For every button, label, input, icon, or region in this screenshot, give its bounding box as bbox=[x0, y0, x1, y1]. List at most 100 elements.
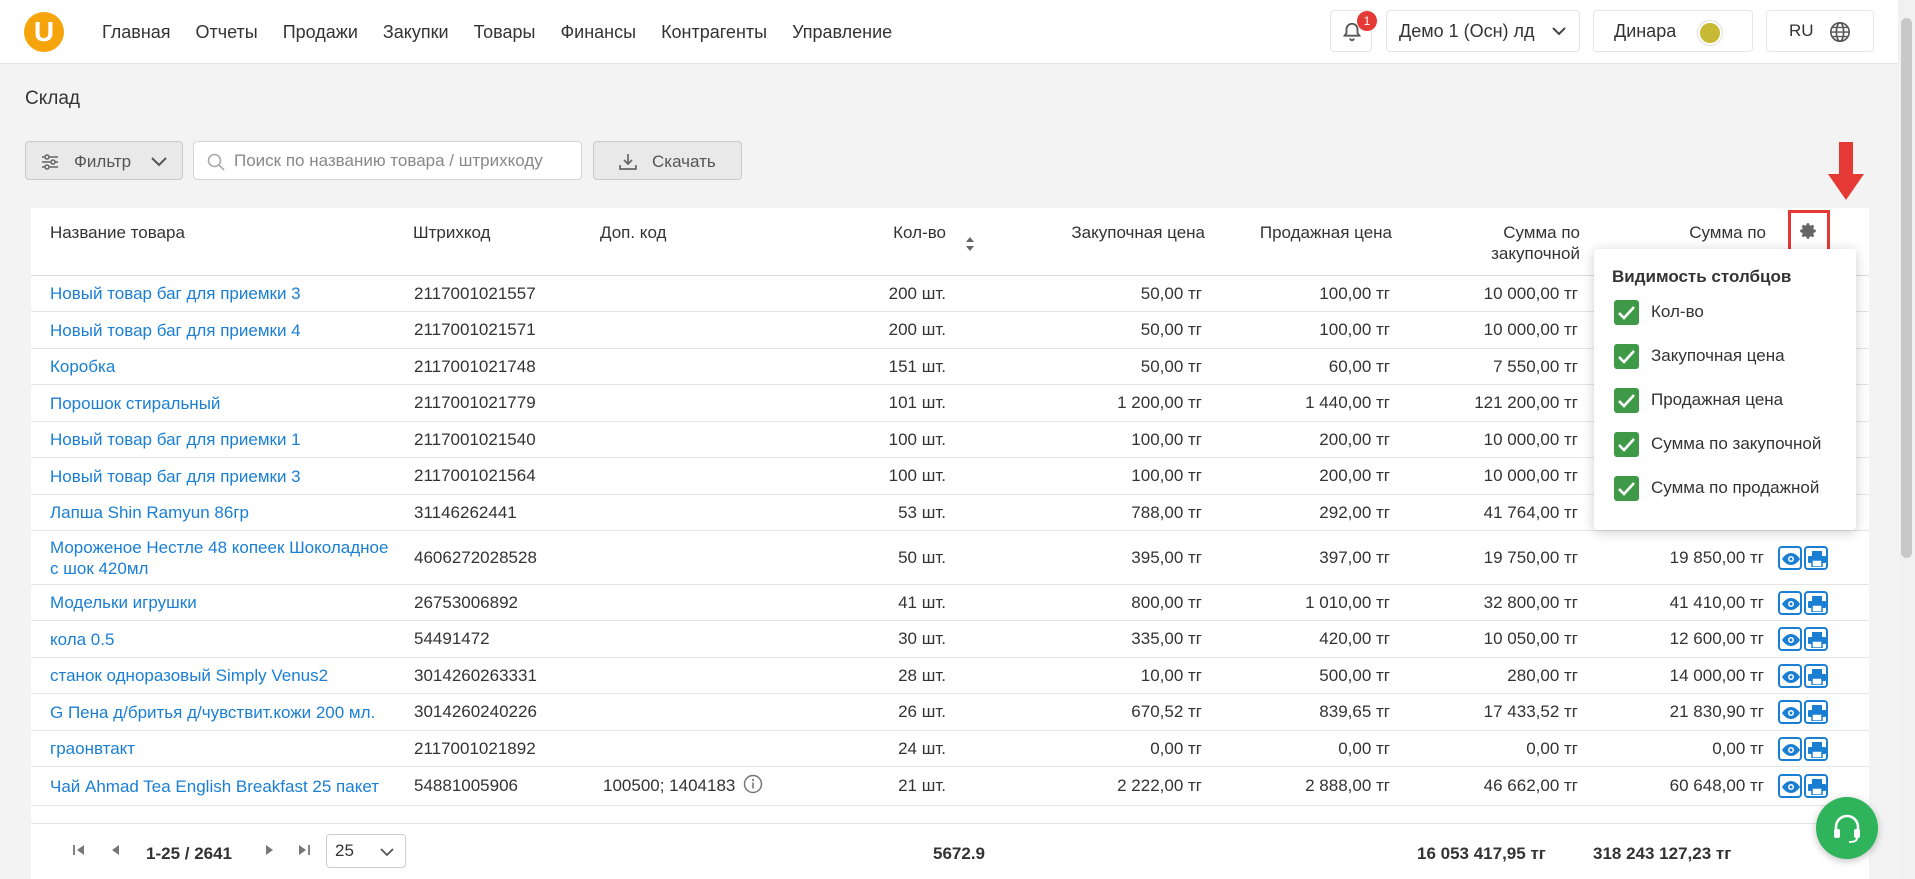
column-toggle-sum-purchase[interactable]: Сумма по закупочной bbox=[1614, 429, 1821, 459]
qty-cell: 151 шт. bbox=[888, 356, 946, 376]
product-name-link[interactable]: станок одноразовый Simply Venus2 bbox=[50, 658, 400, 693]
checkbox-checked[interactable] bbox=[1614, 387, 1639, 413]
prev-page-icon[interactable] bbox=[108, 842, 124, 858]
table-row: граонвтакт 2117001021892 24 шт. 0,00 тг 0,00… bbox=[31, 731, 1869, 767]
product-name-link[interactable]: Модельки игрушки bbox=[50, 585, 400, 620]
purchase-price-cell: 800,00 тг bbox=[1131, 592, 1202, 612]
print-button[interactable] bbox=[1804, 774, 1828, 798]
checkbox-checked[interactable] bbox=[1614, 475, 1639, 501]
product-name-link[interactable]: Чай Ahmad Tea English Breakfast 25 пакет bbox=[50, 767, 400, 805]
check-icon bbox=[1618, 305, 1635, 320]
nav-item-sales[interactable]: Продажи bbox=[283, 22, 358, 43]
product-name-link[interactable]: Новый товар баг для приемки 4 bbox=[50, 312, 400, 348]
product-name-link[interactable]: Новый товар баг для приемки 3 bbox=[50, 458, 400, 494]
sum-purchase-cell: 10 000,00 тг bbox=[1483, 320, 1578, 339]
nav-item-finance[interactable]: Финансы bbox=[560, 22, 636, 43]
info-icon[interactable] bbox=[743, 774, 763, 799]
store-select[interactable]: Демо 1 (Осн) лд bbox=[1386, 10, 1580, 52]
column-header-qty[interactable]: Кол-во bbox=[811, 222, 946, 243]
product-name-link[interactable]: G Пена д/бритья д/чувствит.кожи 200 мл. bbox=[50, 694, 400, 730]
sale-price-cell: 0,00 тг bbox=[1338, 738, 1390, 758]
notifications-button[interactable]: 1 bbox=[1330, 10, 1377, 52]
view-button[interactable] bbox=[1778, 663, 1802, 688]
nav-item-products[interactable]: Товары bbox=[474, 22, 536, 43]
checkbox-checked[interactable] bbox=[1614, 299, 1639, 325]
column-header-sale-price[interactable]: Продажная цена bbox=[1211, 222, 1392, 243]
product-name-link[interactable]: кола 0.5 bbox=[50, 621, 400, 657]
product-name-link[interactable]: Новый товар баг для приемки 1 bbox=[50, 422, 400, 457]
print-button[interactable] bbox=[1804, 700, 1828, 724]
print-button[interactable] bbox=[1804, 590, 1828, 615]
purchase-price-cell: 100,00 тг bbox=[1131, 429, 1202, 449]
column-header-sum-purchase[interactable]: Сумма по закупочной bbox=[1431, 222, 1580, 264]
product-name-link[interactable]: Новый товар баг для приемки 3 bbox=[50, 276, 400, 311]
nav-item-management[interactable]: Управление bbox=[792, 22, 892, 43]
last-page-icon[interactable] bbox=[296, 842, 312, 858]
download-button[interactable]: Скачать bbox=[593, 141, 742, 180]
column-toggle-sale-price[interactable]: Продажная цена bbox=[1614, 385, 1783, 415]
view-button[interactable] bbox=[1778, 736, 1802, 761]
filter-button[interactable]: Фильтр bbox=[25, 141, 183, 180]
view-button[interactable] bbox=[1778, 545, 1802, 570]
sale-price-cell: 420,00 тг bbox=[1319, 629, 1390, 648]
column-visibility-title: Видимость столбцов bbox=[1612, 267, 1792, 286]
column-header-purchase-price[interactable]: Закупочная цена bbox=[991, 222, 1205, 243]
nav-item-reports[interactable]: Отчеты bbox=[196, 22, 258, 43]
check-icon bbox=[1618, 349, 1635, 364]
product-name-link[interactable]: Коробка bbox=[50, 349, 400, 384]
sum-sale-cell: 60 648,00 тг bbox=[1669, 776, 1764, 795]
column-toggle-label: Закупочная цена bbox=[1651, 346, 1785, 365]
store-select-value: Демо 1 (Осн) лд bbox=[1399, 21, 1535, 41]
checkbox-checked[interactable] bbox=[1614, 343, 1639, 369]
support-chat-button[interactable] bbox=[1816, 797, 1878, 859]
next-page-icon[interactable] bbox=[261, 842, 277, 858]
scrollbar-thumb[interactable] bbox=[1901, 18, 1912, 558]
table-row: Мороженое Нестле 48 копеек Шоколадное с … bbox=[31, 531, 1869, 585]
print-button[interactable] bbox=[1804, 545, 1828, 570]
product-name-link[interactable]: Мороженое Нестле 48 копеек Шоколадное с … bbox=[50, 531, 400, 584]
app-logo[interactable]: U bbox=[24, 12, 64, 52]
first-page-icon[interactable] bbox=[71, 842, 87, 858]
per-page-select[interactable]: 25 bbox=[326, 834, 406, 868]
column-header-sum-sale[interactable]: Сумма по bbox=[1611, 222, 1766, 243]
print-button[interactable] bbox=[1804, 736, 1828, 761]
search-input[interactable] bbox=[234, 142, 574, 179]
table-row: кола 0.5 54491472 30 шт. 335,00 тг 420,00 тг… bbox=[31, 621, 1869, 658]
product-name-link[interactable]: Лапша Shin Ramyun 86гр bbox=[50, 495, 400, 530]
column-header-barcode[interactable]: Штрихкод bbox=[413, 222, 490, 243]
search-box bbox=[193, 141, 582, 180]
barcode-cell: 2117001021564 bbox=[414, 466, 536, 485]
column-toggle-purchase-price[interactable]: Закупочная цена bbox=[1614, 341, 1785, 371]
user-menu[interactable]: Динара bbox=[1593, 10, 1753, 52]
page-scrollbar[interactable] bbox=[1898, 0, 1915, 879]
qty-cell: 28 шт. bbox=[898, 665, 946, 685]
column-header-name[interactable]: Название товара bbox=[50, 222, 185, 243]
table-row: станок одноразовый Simply Venus2 30142602… bbox=[31, 658, 1869, 694]
view-button[interactable] bbox=[1778, 774, 1802, 798]
barcode-cell: 2117001021557 bbox=[414, 283, 536, 303]
barcode-cell: 2117001021748 bbox=[414, 356, 536, 376]
sale-price-cell: 500,00 тг bbox=[1319, 665, 1390, 685]
view-button[interactable] bbox=[1778, 590, 1802, 615]
column-header-extra-code[interactable]: Доп. код bbox=[600, 222, 666, 243]
view-button[interactable] bbox=[1778, 700, 1802, 724]
sort-icon[interactable] bbox=[964, 235, 976, 253]
nav-item-counterparties[interactable]: Контрагенты bbox=[661, 22, 767, 43]
sale-price-cell: 839,65 тг bbox=[1319, 702, 1390, 721]
column-toggle-qty[interactable]: Кол-во bbox=[1614, 297, 1704, 327]
language-switcher[interactable]: RU bbox=[1766, 10, 1874, 52]
print-button[interactable] bbox=[1804, 663, 1828, 688]
nav-item-purchases[interactable]: Закупки bbox=[383, 22, 449, 43]
product-name-link[interactable]: граонвтакт bbox=[50, 731, 400, 766]
purchase-price-cell: 50,00 тг bbox=[1140, 283, 1202, 303]
pagination-info: 1-25 / 2641 bbox=[146, 844, 233, 863]
checkbox-checked[interactable] bbox=[1614, 431, 1639, 457]
product-name-link[interactable]: Порошок стиральный bbox=[50, 385, 400, 421]
barcode-cell: 54491472 bbox=[414, 629, 490, 648]
column-toggle-sum-sale[interactable]: Сумма по продажной bbox=[1614, 473, 1819, 503]
view-button[interactable] bbox=[1778, 627, 1802, 651]
print-button[interactable] bbox=[1804, 627, 1828, 651]
nav-item-home[interactable]: Главная bbox=[102, 22, 171, 43]
column-settings-button[interactable] bbox=[1788, 210, 1830, 252]
column-toggle-label: Кол-во bbox=[1651, 302, 1704, 321]
